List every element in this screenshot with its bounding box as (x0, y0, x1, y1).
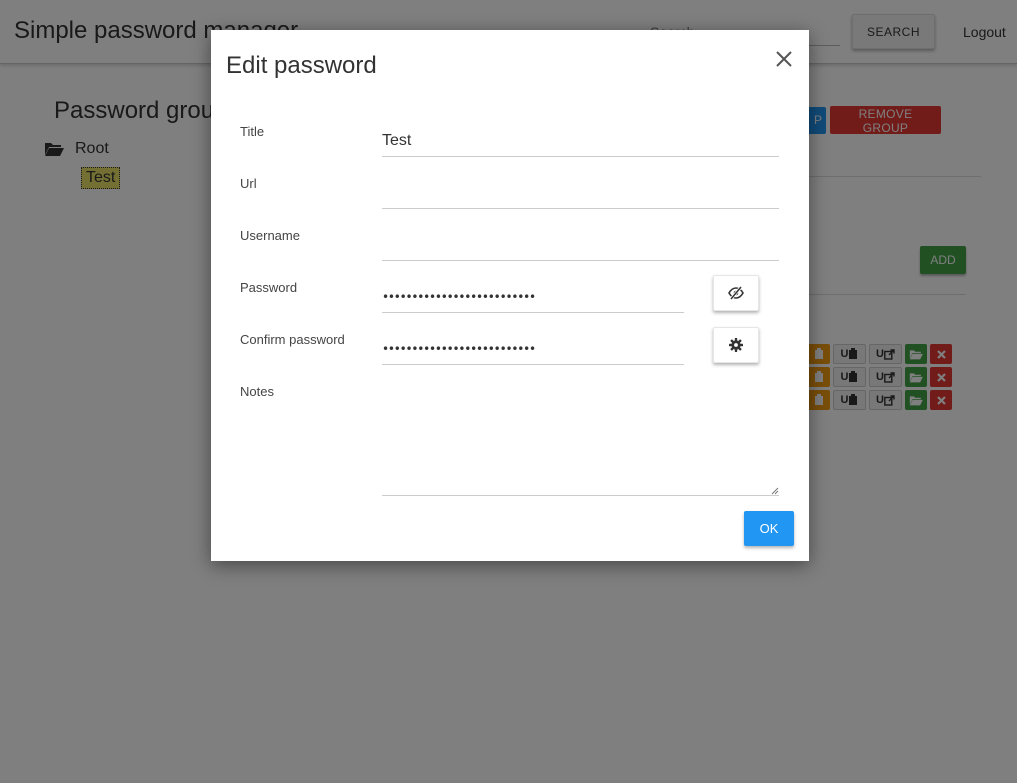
notes-label: Notes (240, 384, 274, 399)
edit-password-dialog: Edit password Title Test Url Username Pa… (211, 30, 809, 561)
toggle-password-visibility-button[interactable] (713, 275, 759, 311)
password-value: •••••••••••••••••••••••••• (382, 290, 536, 304)
password-label: Password (240, 280, 298, 295)
username-label: Username (240, 228, 300, 243)
url-label: Url (240, 176, 257, 191)
username-field[interactable] (382, 225, 779, 261)
title-field[interactable]: Test (382, 121, 779, 157)
title-label: Title (240, 124, 265, 139)
close-icon (776, 51, 792, 67)
close-button[interactable] (774, 49, 794, 69)
confirm-password-field[interactable]: •••••••••••••••••••••••••• (382, 329, 684, 365)
notes-textarea[interactable] (382, 378, 779, 496)
confirm-password-label: Confirm password (240, 332, 345, 347)
generate-password-button[interactable] (713, 327, 759, 363)
gear-icon (729, 338, 743, 352)
ok-button[interactable]: OK (744, 511, 794, 546)
url-field[interactable] (382, 173, 779, 209)
password-field[interactable]: •••••••••••••••••••••••••• (382, 277, 684, 313)
dialog-title: Edit password (226, 52, 377, 79)
confirm-password-value: •••••••••••••••••••••••••• (382, 342, 536, 356)
eye-slash-icon (728, 286, 744, 300)
resize-handle-icon[interactable] (771, 487, 779, 495)
